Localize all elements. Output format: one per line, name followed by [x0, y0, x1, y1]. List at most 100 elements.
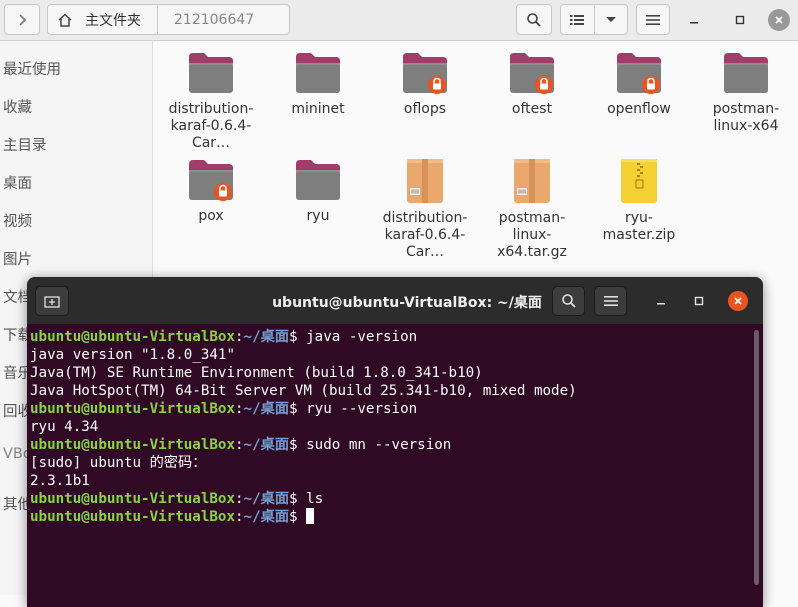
terminal-titlebar: ubuntu@ubuntu-VirtualBox: ~/桌面	[27, 277, 763, 324]
prompt-user-host: ubuntu@ubuntu-VirtualBox	[30, 329, 235, 345]
terminal-prompt-line: ubuntu@ubuntu-VirtualBox:~/桌面$ java -ver…	[30, 328, 753, 346]
prompt-separator: :	[235, 329, 244, 345]
file-name-label: mininet	[291, 101, 345, 117]
new-tab-icon	[44, 296, 60, 308]
sidebar-item-pictures[interactable]: 图片	[3, 248, 32, 269]
close-icon	[734, 297, 742, 305]
hamburger-menu-icon	[603, 296, 618, 306]
forward-button[interactable]	[4, 4, 40, 35]
prompt-path: ~/桌面	[243, 437, 290, 453]
lock-icon	[214, 183, 232, 201]
file-name-label: distribution-karaf-0.6.4-Car…	[168, 101, 254, 151]
file-name-label: openflow	[607, 101, 671, 117]
folder-item[interactable]: pox	[157, 158, 265, 225]
file-name-label: oftest	[511, 101, 553, 117]
terminal-prompt-line: ubuntu@ubuntu-VirtualBox:~/桌面$ ryu --ver…	[30, 400, 753, 418]
prompt-user-host: ubuntu@ubuntu-VirtualBox	[30, 491, 235, 507]
terminal-maximize-button[interactable]	[689, 291, 709, 311]
prompt-path: ~/桌面	[243, 401, 290, 417]
maximize-icon	[694, 296, 704, 306]
terminal-prompt-line: ubuntu@ubuntu-VirtualBox:~/桌面$ sudo mn -…	[30, 436, 753, 454]
terminal-close-button[interactable]	[728, 291, 748, 311]
archive-item[interactable]: distribution-karaf-0.6.4-Car…	[371, 158, 479, 261]
search-button[interactable]	[516, 4, 552, 35]
terminal-minimize-button[interactable]	[651, 291, 671, 311]
zip-archive-icon	[621, 159, 657, 203]
new-tab-button[interactable]	[35, 286, 69, 316]
prompt-separator: :	[235, 437, 244, 453]
file-name-label: pox	[198, 208, 224, 224]
file-manager-header: 主文件夹 212106647	[0, 0, 798, 41]
minimize-icon	[690, 22, 698, 24]
prompt-path: ~/桌面	[243, 329, 290, 345]
sidebar-item-desktop[interactable]: 桌面	[3, 172, 32, 193]
close-button[interactable]	[768, 9, 790, 31]
folder-icon	[617, 53, 661, 94]
list-view-icon	[570, 14, 585, 25]
prompt-separator: :	[235, 491, 244, 507]
folder-icon	[510, 53, 554, 94]
tar-archive-icon	[514, 159, 550, 203]
prompt-path: ~/桌面	[243, 509, 290, 525]
folder-item[interactable]: postman-linux-x64	[692, 51, 798, 135]
terminal-output[interactable]: ubuntu@ubuntu-VirtualBox:~/桌面$ java -ver…	[30, 328, 753, 607]
prompt-user-host: ubuntu@ubuntu-VirtualBox	[30, 437, 235, 453]
prompt-symbol: $	[289, 509, 307, 525]
terminal-cursor	[306, 508, 315, 524]
path-current-button[interactable]: 212106647	[158, 5, 254, 34]
command-text: sudo mn --version	[306, 437, 452, 453]
folder-icon	[189, 160, 233, 201]
sidebar-item-videos[interactable]: 视频	[3, 210, 32, 231]
terminal-title: ubuntu@ubuntu-VirtualBox: ~/桌面	[272, 295, 542, 311]
terminal-menu-button[interactable]	[594, 286, 627, 316]
terminal-prompt-line: ubuntu@ubuntu-VirtualBox:~/桌面$	[30, 508, 753, 526]
folder-item[interactable]: mininet	[264, 51, 372, 118]
lock-icon	[535, 76, 553, 94]
sidebar-item-recent[interactable]: 最近使用	[3, 58, 61, 79]
archive-item[interactable]: ryu-master.zip	[585, 158, 693, 244]
file-name-label: ryu	[306, 208, 330, 224]
search-icon	[527, 12, 541, 27]
list-view-button[interactable]	[561, 5, 595, 34]
folder-icon	[724, 53, 768, 93]
view-toggle-group	[560, 4, 628, 35]
minimize-icon	[657, 303, 665, 305]
folder-item[interactable]: distribution-karaf-0.6.4-Car…	[157, 51, 265, 152]
sidebar-item-home[interactable]: 主目录	[3, 134, 47, 155]
folder-item[interactable]: oftest	[478, 51, 586, 118]
file-name-label: postman-linux-x64.tar.gz	[497, 210, 567, 260]
file-name-label: ryu-master.zip	[602, 210, 676, 243]
maximize-button[interactable]	[729, 9, 751, 31]
folder-icon	[189, 53, 233, 93]
menu-button[interactable]	[636, 4, 670, 35]
folder-item[interactable]: openflow	[585, 51, 693, 118]
prompt-user-host: ubuntu@ubuntu-VirtualBox	[30, 509, 235, 525]
view-options-button[interactable]	[595, 5, 628, 34]
archive-item[interactable]: postman-linux-x64.tar.gz	[478, 158, 586, 261]
folder-icon	[296, 53, 340, 93]
terminal-output-line: ryu 4.34	[30, 419, 99, 435]
prompt-symbol: $	[289, 491, 307, 507]
lock-icon	[642, 76, 660, 94]
folder-icon	[296, 160, 340, 200]
terminal-scrollbar[interactable]	[754, 330, 759, 585]
sidebar-item-starred[interactable]: 收藏	[3, 96, 32, 117]
search-icon	[561, 294, 576, 308]
prompt-symbol: $	[289, 437, 307, 453]
command-text: ls	[306, 491, 324, 507]
home-icon	[58, 12, 72, 27]
prompt-user-host: ubuntu@ubuntu-VirtualBox	[30, 401, 235, 417]
file-name-label: postman-linux-x64	[712, 101, 780, 134]
terminal-search-button[interactable]	[552, 286, 585, 316]
tar-archive-icon	[407, 159, 443, 203]
folder-item[interactable]: ryu	[264, 158, 372, 225]
hamburger-menu-icon	[646, 14, 660, 25]
folder-icon	[403, 53, 447, 94]
terminal-window: ubuntu@ubuntu-VirtualBox: ~/桌面 ubuntu@ub…	[27, 277, 763, 607]
path-home-button[interactable]: 主文件夹	[48, 5, 158, 34]
prompt-separator: :	[235, 509, 244, 525]
terminal-output-line: Java HotSpot(TM) 64-Bit Server VM (build…	[30, 383, 577, 399]
folder-item[interactable]: oflops	[371, 51, 479, 118]
minimize-button[interactable]	[683, 9, 705, 31]
terminal-output-line: 2.3.1b1	[30, 473, 90, 489]
